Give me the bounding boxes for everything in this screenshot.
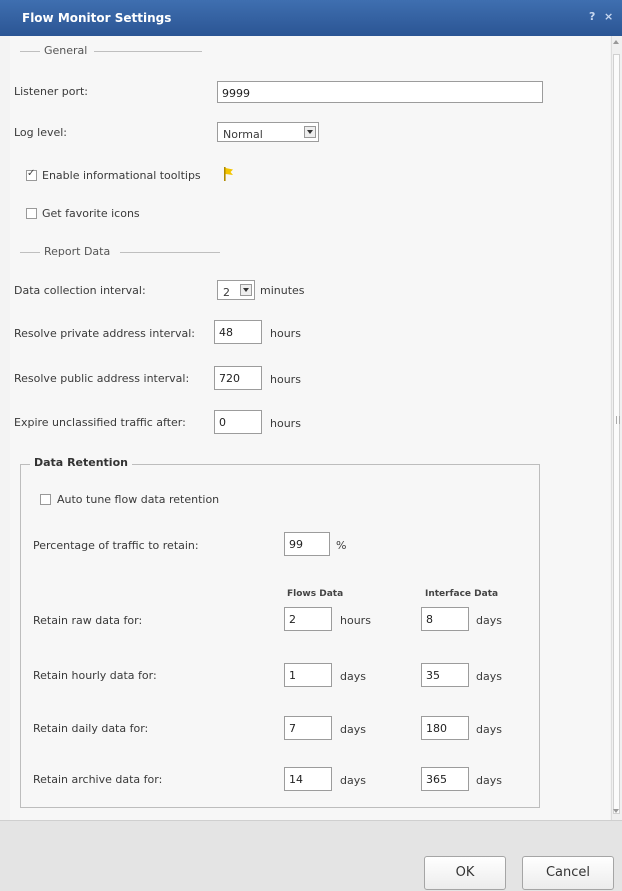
retain-daily-interface-input[interactable]: 180: [421, 716, 469, 740]
flows-data-header: Flows Data: [287, 589, 344, 599]
collection-interval-label: Data collection interval:: [14, 284, 146, 297]
listener-port-input[interactable]: 9999: [217, 81, 543, 103]
data-retention-title: Data Retention: [30, 456, 132, 469]
retain-raw-flows-unit: hours: [340, 614, 371, 627]
private-interval-unit: hours: [270, 327, 301, 340]
retain-raw-interface-unit: days: [476, 614, 502, 627]
scroll-grip-icon: [616, 416, 620, 424]
expire-traffic-input[interactable]: 0: [214, 410, 262, 434]
retain-hourly-flows-input[interactable]: 1: [284, 663, 332, 687]
favicons-checkbox[interactable]: [26, 208, 37, 219]
public-interval-input[interactable]: 720: [214, 366, 262, 390]
favicons-label: Get favorite icons: [42, 207, 140, 220]
close-icon[interactable]: ×: [604, 10, 613, 23]
retain-daily-label: Retain daily data for:: [33, 722, 149, 735]
expire-traffic-unit: hours: [270, 417, 301, 430]
public-interval-label: Resolve public address interval:: [14, 372, 190, 385]
retain-raw-flows-input[interactable]: 2: [284, 607, 332, 631]
info-flag-icon: [224, 167, 233, 181]
general-divider-left: [20, 51, 40, 52]
chevron-down-icon[interactable]: [304, 126, 316, 138]
report-divider-right: [120, 252, 220, 253]
cancel-button[interactable]: Cancel: [522, 856, 614, 890]
retain-raw-interface-input[interactable]: 8: [421, 607, 469, 631]
tooltips-checkbox[interactable]: [26, 168, 37, 181]
general-header: General: [44, 44, 88, 57]
retain-hourly-interface-unit: days: [476, 670, 502, 683]
retain-daily-interface-unit: days: [476, 723, 502, 736]
collection-interval-select[interactable]: 2: [217, 280, 255, 300]
retain-daily-flows-unit: days: [340, 723, 366, 736]
retain-hourly-label: Retain hourly data for:: [33, 669, 157, 682]
log-level-select[interactable]: Normal: [217, 122, 319, 142]
ok-button[interactable]: OK: [424, 856, 506, 890]
log-level-value: Normal: [223, 128, 263, 141]
retain-daily-flows-input[interactable]: 7: [284, 716, 332, 740]
report-header: Report Data: [44, 245, 111, 258]
retain-archive-interface-input[interactable]: 365: [421, 767, 469, 791]
collection-interval-unit: minutes: [260, 284, 305, 297]
help-icon[interactable]: ?: [589, 10, 595, 23]
scroll-thumb[interactable]: [613, 54, 620, 814]
dialog-title: Flow Monitor Settings: [22, 11, 172, 25]
dialog-footer: OK Cancel: [0, 820, 622, 891]
retain-archive-label: Retain archive data for:: [33, 773, 163, 786]
title-bar: Flow Monitor Settings ? ×: [0, 0, 622, 36]
auto-tune-checkbox[interactable]: [40, 494, 51, 505]
chevron-down-icon[interactable]: [240, 284, 252, 296]
private-interval-input[interactable]: 48: [214, 320, 262, 344]
retain-hourly-flows-unit: days: [340, 670, 366, 683]
private-interval-label: Resolve private address interval:: [14, 327, 195, 340]
public-interval-unit: hours: [270, 373, 301, 386]
retain-archive-flows-input[interactable]: 14: [284, 767, 332, 791]
report-divider-left: [20, 252, 40, 253]
retain-archive-interface-unit: days: [476, 774, 502, 787]
flow-monitor-settings-dialog: Flow Monitor Settings ? × General Listen…: [0, 0, 622, 891]
vertical-scrollbar[interactable]: [611, 36, 622, 820]
scroll-up-icon[interactable]: [613, 40, 619, 44]
interface-data-header: Interface Data: [425, 589, 499, 599]
expire-traffic-label: Expire unclassified traffic after:: [14, 416, 186, 429]
retain-hourly-interface-input[interactable]: 35: [421, 663, 469, 687]
listener-port-label: Listener port:: [14, 85, 89, 98]
data-retention-group: [20, 464, 540, 808]
percent-unit: %: [336, 539, 347, 552]
general-divider-right: [94, 51, 202, 52]
auto-tune-label: Auto tune flow data retention: [57, 493, 220, 506]
tooltips-label: Enable informational tooltips: [42, 169, 201, 182]
percent-retain-input[interactable]: 99: [284, 532, 330, 556]
retain-raw-label: Retain raw data for:: [33, 614, 143, 627]
retain-archive-flows-unit: days: [340, 774, 366, 787]
scroll-down-icon[interactable]: [613, 809, 619, 813]
percent-retain-label: Percentage of traffic to retain:: [33, 539, 199, 552]
collection-interval-value: 2: [223, 286, 230, 299]
log-level-label: Log level:: [14, 126, 68, 139]
